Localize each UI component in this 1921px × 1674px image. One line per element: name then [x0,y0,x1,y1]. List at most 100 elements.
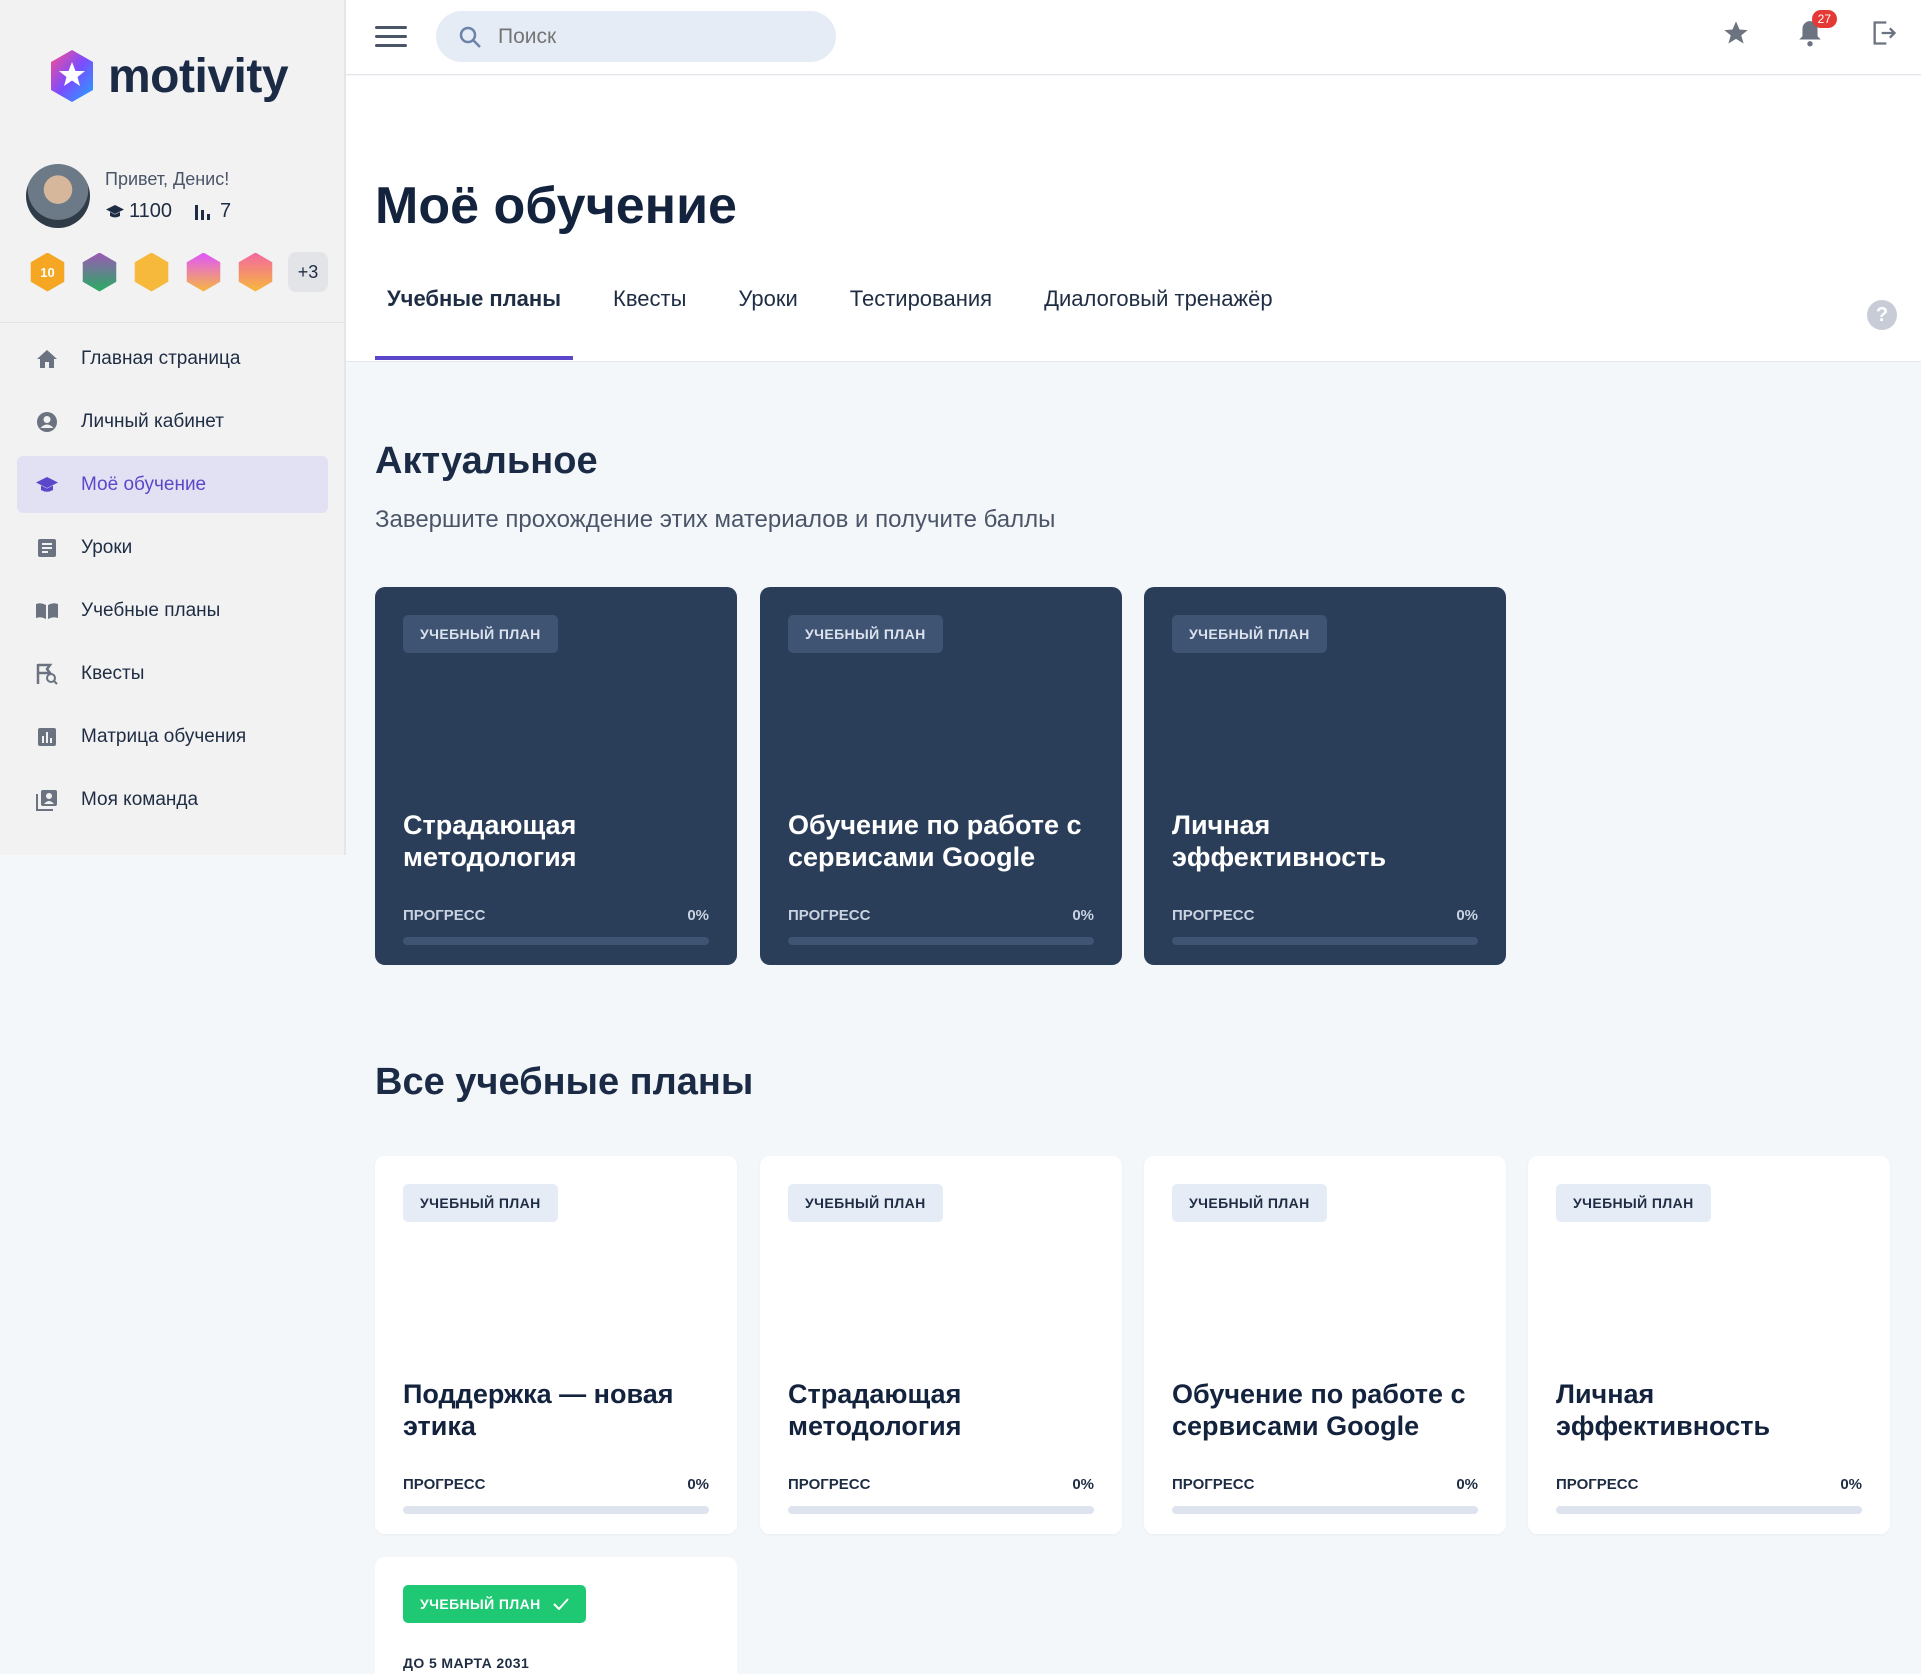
sidebar-item-quests[interactable]: Квесты [17,645,328,702]
plan-card[interactable]: Учебный план Обучение по работе с сервис… [1144,1156,1506,1534]
quest-icon [35,662,59,686]
bar-chart-icon [195,204,211,220]
progress-label: ПРОГРЕСС [1172,1476,1255,1493]
tab-lessons[interactable]: Уроки [726,286,809,360]
tab-dialog-trainer[interactable]: Диалоговый тренажёр [1032,286,1285,360]
points-stat: 1100 [105,200,172,223]
sidebar-item-lessons[interactable]: Уроки [17,519,328,576]
deadline-text: До 5 марта 2031 [403,1655,530,1671]
lesson-icon [35,536,59,560]
page-title: Моё обучение [375,177,737,235]
progress-label: ПРОГРЕСС [788,1476,871,1493]
tab-quests[interactable]: Квесты [601,286,698,360]
plan-card[interactable]: Учебный план Страдающая методология ПРОГ… [760,1156,1122,1534]
progress-label: ПРОГРЕСС [403,1476,486,1493]
actual-card[interactable]: Учебный план Страдающая методология ПРОГ… [375,587,737,965]
card-tag: Учебный план [1556,1184,1711,1222]
notifications-bell-icon[interactable]: 27 [1795,10,1837,48]
progress-value: 0% [1072,1476,1094,1493]
actual-section-subtitle: Завершите прохождение этих материалов и … [375,506,1056,533]
graduation-cap-icon [106,204,124,217]
plan-card[interactable]: Учебный план Поддержка — новая этика ПРО… [375,1156,737,1534]
sidebar-item-label: Учебные планы [81,599,221,621]
sidebar-item-learning-plans[interactable]: Учебные планы [17,582,328,639]
user-greeting: Привет, Денис! [105,169,230,189]
search-box[interactable] [436,11,836,62]
help-icon[interactable]: ? [1867,300,1897,330]
search-input[interactable] [498,24,798,49]
card-title: Обучение по работе с сервисами Google [788,810,1082,873]
top-bar: 27 [346,0,1921,75]
sidebar-item-matrix[interactable]: Матрица обучения [17,708,328,765]
tab-learning-plans[interactable]: Учебные планы [375,286,573,360]
progress-label: ПРОГРЕСС [1556,1476,1639,1493]
progress-bar [1172,937,1478,945]
card-tag-completed: Учебный план [403,1585,586,1623]
progress-value: 0% [1840,1476,1862,1493]
sidebar-item-label: Квесты [81,662,145,684]
sidebar-item-label: Главная страница [81,347,241,369]
sidebar-item-team[interactable]: Моя команда [17,771,328,828]
plan-card[interactable]: Учебный план Личная эффективность ПРОГРЕ… [1528,1156,1890,1534]
badge-book-icon[interactable] [82,252,117,292]
sidebar-item-label: Матрица обучения [81,725,247,747]
logo[interactable]: motivity [48,48,289,104]
brand-name: motivity [108,49,289,103]
sidebar-item-home[interactable]: Главная страница [17,330,328,387]
favorites-star-icon[interactable] [1721,18,1751,48]
progress-value: 0% [687,907,709,924]
badges-more-button[interactable]: +3 [288,252,328,292]
sidebar-item-label: Моя команда [81,788,199,810]
book-icon [35,599,59,623]
progress-value: 0% [1456,1476,1478,1493]
home-icon [35,347,59,371]
sidebar: motivity Привет, Денис! 1100 7 10 +3 Гла… [0,0,346,855]
progress-label: ПРОГРЕСС [403,907,486,924]
card-tag-label: Учебный план [420,1596,541,1612]
sidebar-divider [0,322,344,323]
tab-tests[interactable]: Тестирования [838,286,1004,360]
sidebar-item-label: Личный кабинет [81,410,224,432]
menu-icon[interactable] [375,26,407,48]
card-tag: Учебный план [788,615,943,653]
sidebar-item-account[interactable]: Личный кабинет [17,393,328,450]
badge-top10-icon[interactable]: 10 [30,252,65,292]
tabs: Учебные планы Квесты Уроки Тестирования … [375,286,1313,360]
progress-value: 0% [1072,907,1094,924]
progress-bar [788,937,1094,945]
check-icon [553,1598,569,1611]
rank-value: 7 [220,200,232,222]
card-title: Обучение по работе с сервисами Google [1172,1379,1466,1442]
card-tag: Учебный план [1172,1184,1327,1222]
sidebar-item-my-learning[interactable]: Моё обучение [17,456,328,513]
card-title: Страдающая методология [788,1379,962,1442]
all-plans-section-title: Все учебные планы [375,1061,754,1103]
badge-sun-icon[interactable] [134,252,169,292]
graduation-cap-icon [35,473,59,497]
progress-bar [788,1506,1094,1514]
sidebar-nav: Главная страница Личный кабинет Моё обуч… [17,330,328,834]
logo-icon [51,50,93,102]
badge-bulb-icon[interactable] [186,252,221,292]
avatar[interactable] [26,164,90,228]
card-title: Поддержка — новая этика [403,1379,674,1442]
card-tag: Учебный план [403,615,558,653]
sidebar-item-label: Моё обучение [81,473,207,495]
progress-bar [403,937,709,945]
user-summary: Привет, Денис! 1100 7 [26,164,231,228]
card-title: Страдающая методология [403,810,577,873]
card-title: Личная эффективность [1556,1379,1771,1442]
actual-section-title: Актуальное [375,440,598,482]
notifications-count-badge: 27 [1811,10,1837,28]
badge-heart-icon[interactable] [238,252,273,292]
points-value: 1100 [129,200,173,222]
actual-card[interactable]: Учебный план Личная эффективность ПРОГРЕ… [1144,587,1506,965]
progress-label: ПРОГРЕСС [788,907,871,924]
completed-plan-card[interactable]: Учебный план До 5 марта 2031 [375,1557,737,1674]
progress-value: 0% [687,1476,709,1493]
logout-icon[interactable] [1869,18,1899,48]
card-title: Личная эффективность [1172,810,1387,873]
page-header: Моё обучение Учебные планы Квесты Уроки … [346,76,1921,362]
team-icon [35,788,59,812]
actual-card[interactable]: Учебный план Обучение по работе с сервис… [760,587,1122,965]
